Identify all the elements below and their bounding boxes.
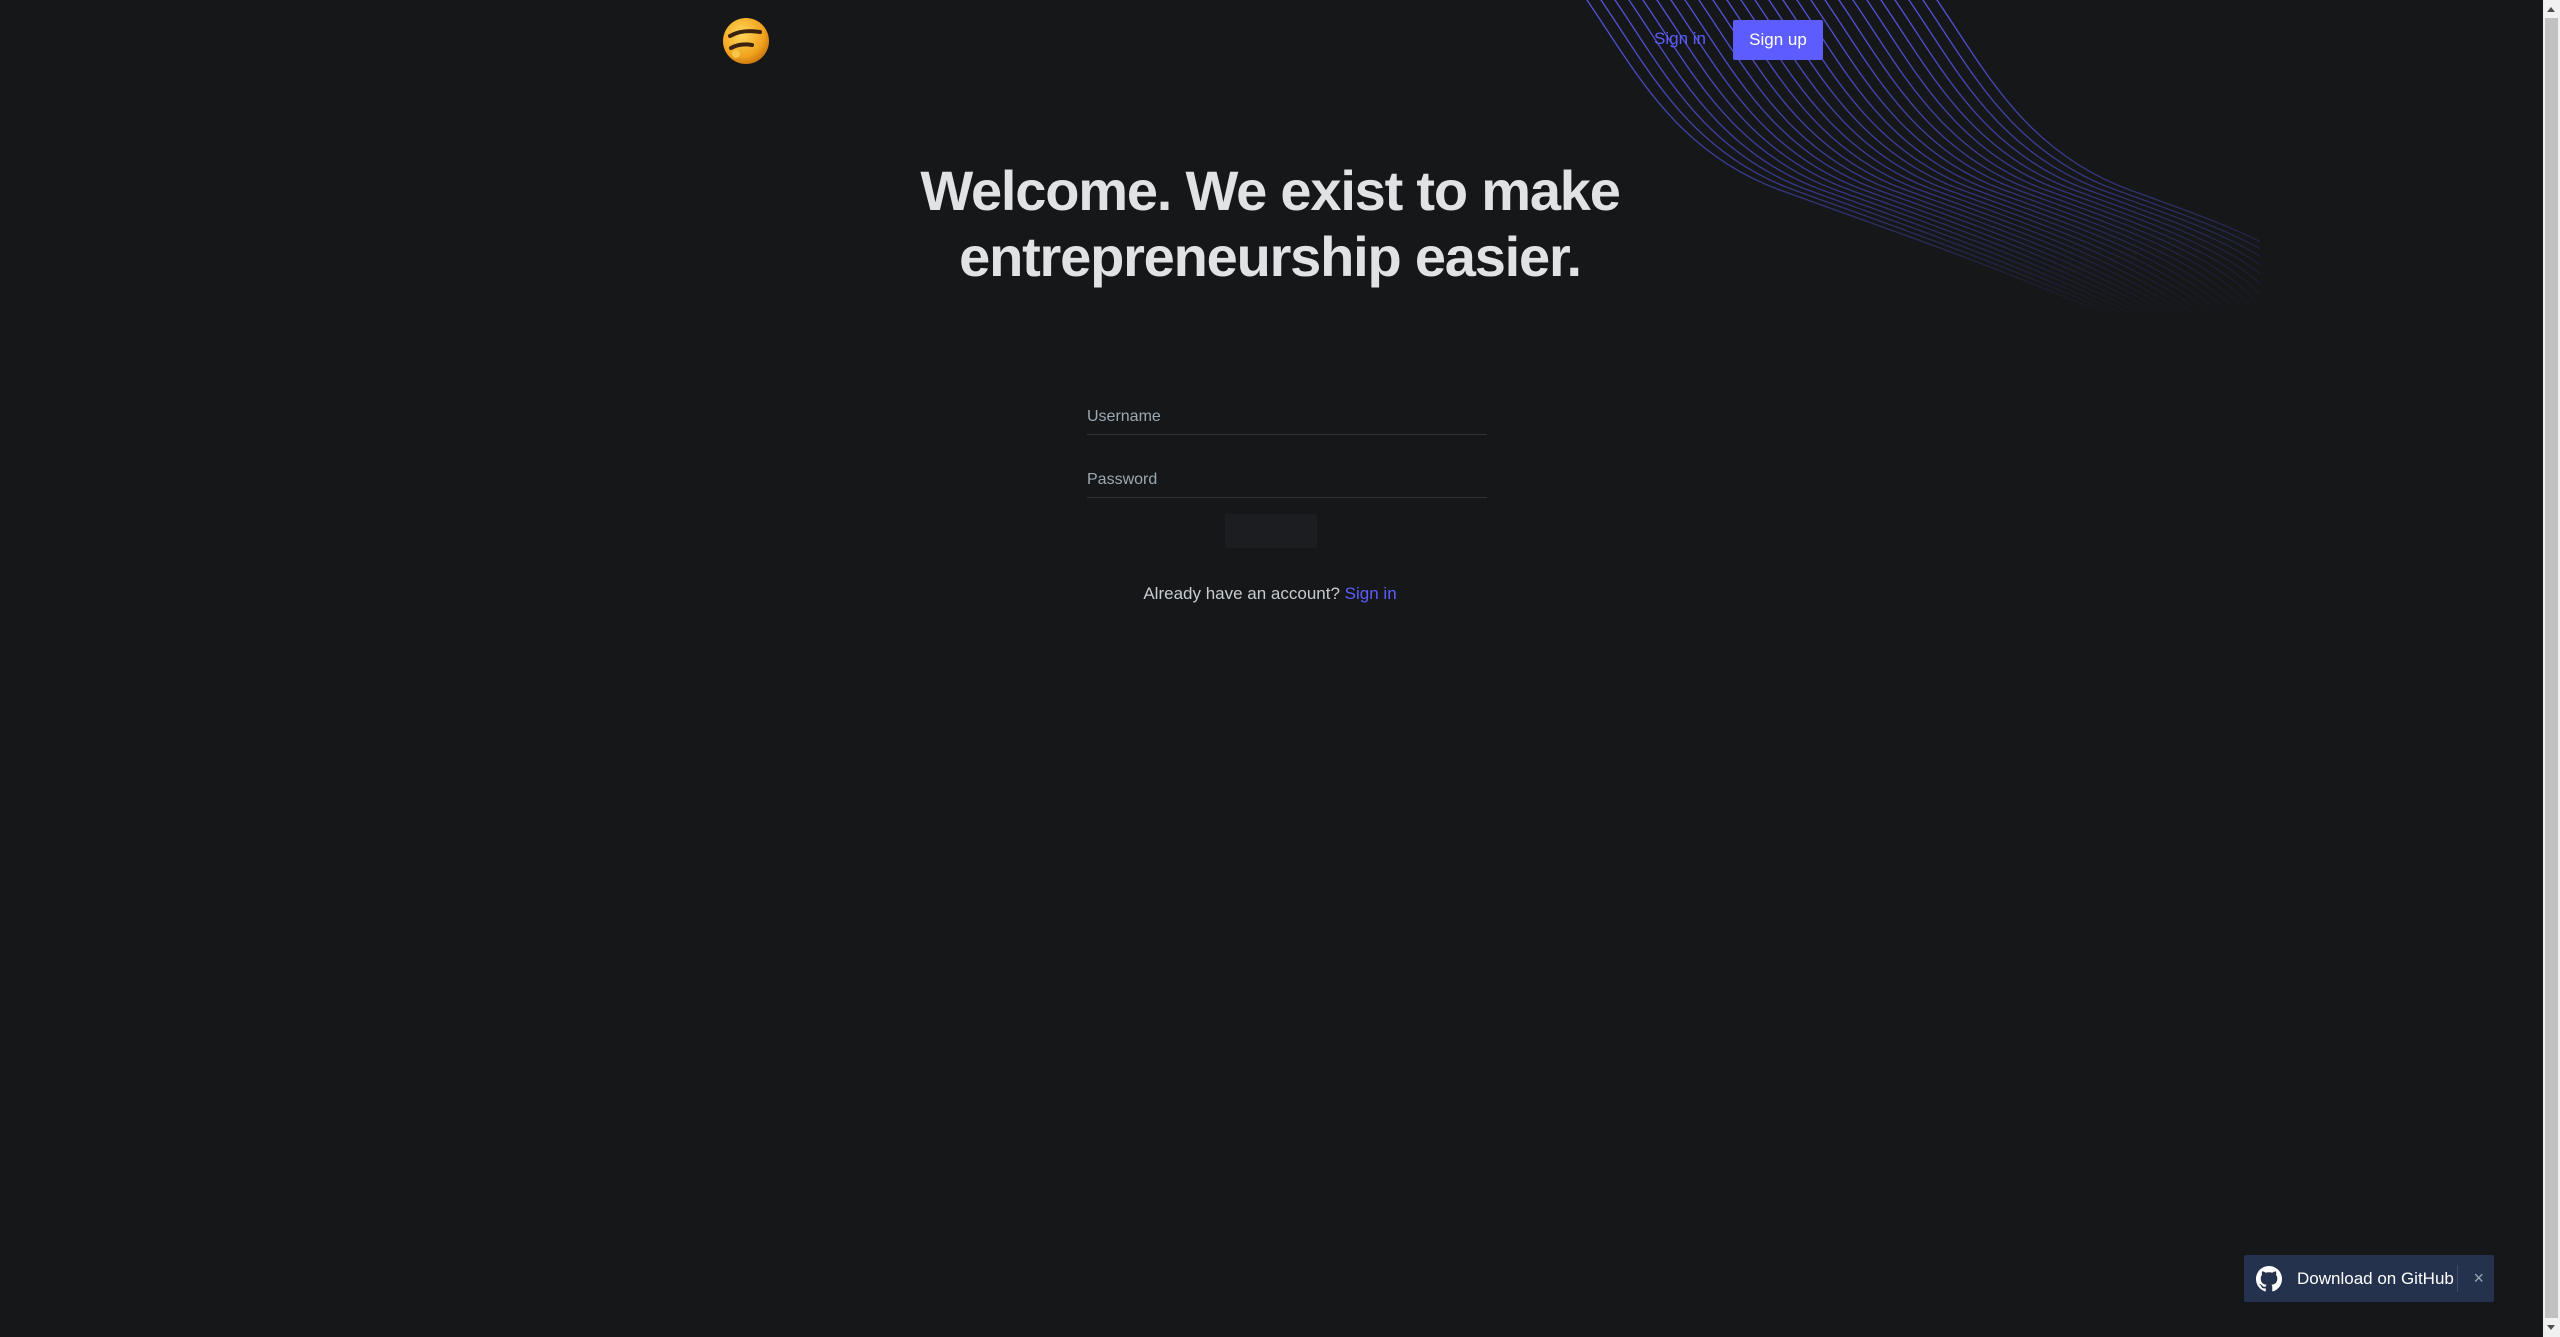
scroll-up-icon[interactable] xyxy=(2547,7,2555,12)
header-signin-link[interactable]: Sign in xyxy=(1654,29,1706,49)
header-signup-button[interactable]: Sign up xyxy=(1733,20,1823,60)
github-download-banner[interactable]: Download on GitHub × xyxy=(2244,1255,2494,1302)
scroll-thumb[interactable] xyxy=(2545,18,2558,1318)
page: Sign in Sign up Welcome. We exist to mak… xyxy=(0,0,2543,1337)
wave-line xyxy=(1894,0,2260,266)
account-prompt-row: Already have an account? Sign in xyxy=(1040,584,1500,604)
account-prompt-text: Already have an account? xyxy=(1143,584,1340,603)
banner-divider xyxy=(2457,1265,2458,1292)
submit-button[interactable] xyxy=(1225,514,1317,548)
github-icon xyxy=(2256,1265,2282,1291)
wave-line xyxy=(1782,0,2239,321)
scroll-down-icon[interactable] xyxy=(2547,1325,2555,1330)
close-icon[interactable]: × xyxy=(2473,1267,2484,1289)
wave-line xyxy=(1796,0,2247,321)
scrollbar[interactable] xyxy=(2543,0,2560,1337)
wave-line xyxy=(1936,0,2260,243)
password-field[interactable] xyxy=(1087,463,1487,498)
account-signin-link[interactable]: Sign in xyxy=(1345,584,1397,603)
github-download-label: Download on GitHub xyxy=(2297,1268,2454,1288)
wave-line xyxy=(1908,0,2260,258)
title-line-1: Welcome. We exist to make xyxy=(920,159,1621,222)
wave-line xyxy=(1866,0,2260,285)
title-line-2: entrepreneurship easier. xyxy=(959,225,1582,288)
emoji-face-logo-icon[interactable] xyxy=(722,17,770,65)
wave-line xyxy=(1838,0,2260,307)
username-field[interactable] xyxy=(1087,400,1487,435)
page-title: Welcome. We exist to make entrepreneursh… xyxy=(780,158,1760,290)
